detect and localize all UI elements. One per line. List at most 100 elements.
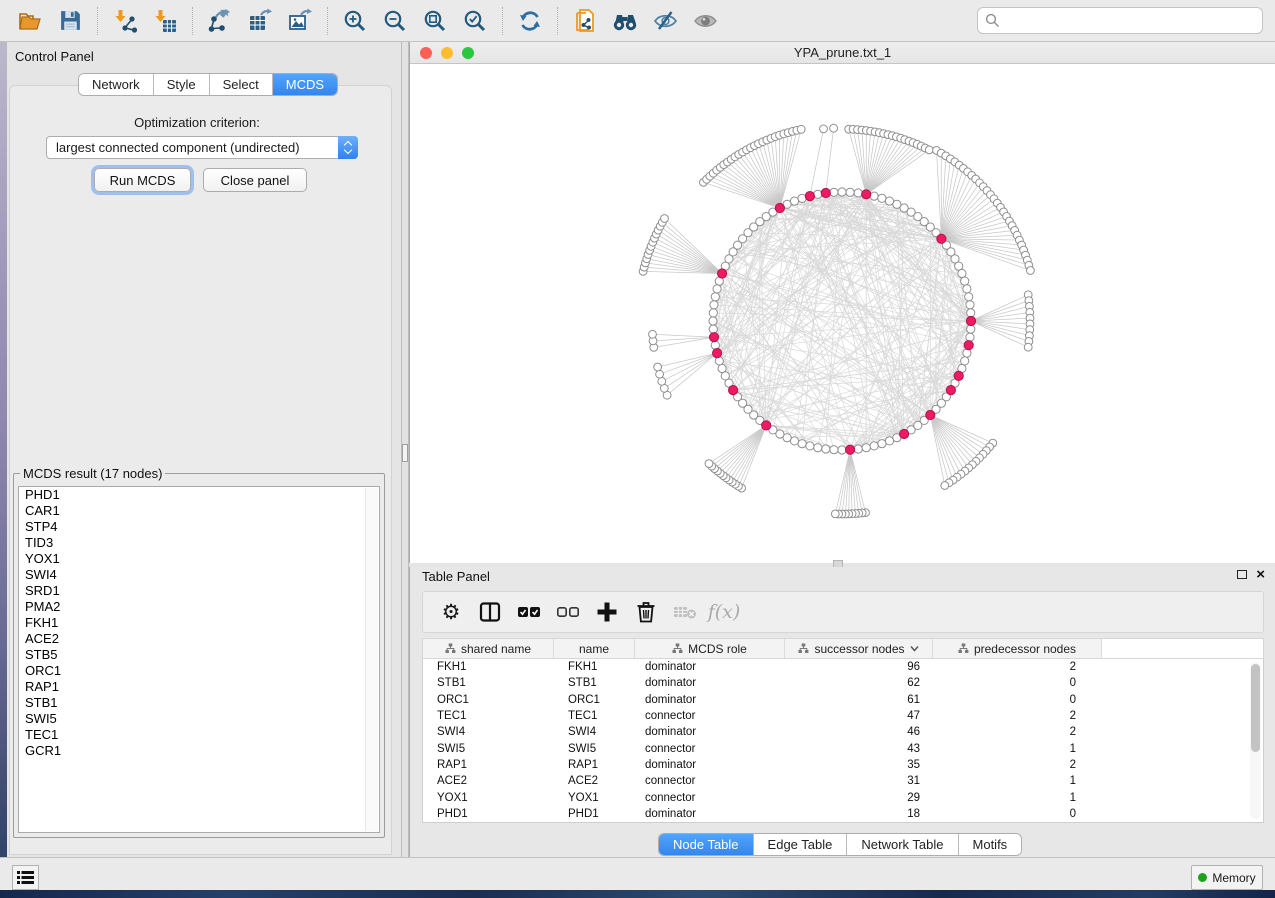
cell-predecessor-nodes[interactable]: 2 xyxy=(933,661,1102,673)
table-row[interactable]: FKH1FKH1dominator962 xyxy=(423,659,1263,675)
add-column-button[interactable] xyxy=(591,596,623,628)
tab-network[interactable]: Network xyxy=(79,74,154,95)
table-row[interactable]: STB1STB1dominator620 xyxy=(423,675,1263,691)
cell-name[interactable]: STB1 xyxy=(554,677,635,689)
cell-shared-name[interactable]: YOX1 xyxy=(423,792,554,804)
tab-node-table[interactable]: Node Table xyxy=(659,834,754,855)
cell-successor-nodes[interactable]: 61 xyxy=(785,694,933,706)
vertical-splitter[interactable] xyxy=(401,42,409,857)
tab-motifs[interactable]: Motifs xyxy=(959,834,1022,855)
cell-successor-nodes[interactable]: 46 xyxy=(785,726,933,738)
cell-shared-name[interactable]: ACE2 xyxy=(423,775,554,787)
cell-name[interactable]: SWI4 xyxy=(554,726,635,738)
cell-successor-nodes[interactable]: 96 xyxy=(785,661,933,673)
scrollbar-thumb[interactable] xyxy=(1251,664,1260,752)
cell-shared-name[interactable]: PHD1 xyxy=(423,808,554,820)
cell-shared-name[interactable]: FKH1 xyxy=(423,661,554,673)
deselect-all-button[interactable] xyxy=(552,596,584,628)
cell-successor-nodes[interactable]: 43 xyxy=(785,743,933,755)
cell-predecessor-nodes[interactable]: 2 xyxy=(933,759,1102,771)
graphics-details-button[interactable] xyxy=(645,4,685,38)
cell-successor-nodes[interactable]: 18 xyxy=(785,808,933,820)
cell-predecessor-nodes[interactable]: 2 xyxy=(933,726,1102,738)
tab-edge-table[interactable]: Edge Table xyxy=(754,834,848,855)
network-from-selection-button[interactable] xyxy=(565,4,605,38)
cell-shared-name[interactable]: RAP1 xyxy=(423,759,554,771)
cell-mcds-role[interactable]: dominator xyxy=(635,726,785,738)
cell-successor-nodes[interactable]: 29 xyxy=(785,792,933,804)
mcds-result-item[interactable]: ACE2 xyxy=(19,631,379,647)
mcds-result-list[interactable]: PHD1CAR1STP4TID3YOX1SWI4SRD1PMA2FKH1ACE2… xyxy=(18,486,380,833)
mcds-result-item[interactable]: YOX1 xyxy=(19,551,379,567)
close-panel-icon[interactable]: × xyxy=(1256,570,1265,579)
cell-predecessor-nodes[interactable]: 0 xyxy=(933,808,1102,820)
cell-successor-nodes[interactable]: 62 xyxy=(785,677,933,689)
mcds-result-item[interactable]: RAP1 xyxy=(19,679,379,695)
cell-mcds-role[interactable]: dominator xyxy=(635,694,785,706)
cell-mcds-role[interactable]: dominator xyxy=(635,808,785,820)
function-builder-button[interactable]: f(x) xyxy=(708,596,740,628)
cell-shared-name[interactable]: ORC1 xyxy=(423,694,554,706)
table-row[interactable]: RAP1RAP1dominator352 xyxy=(423,757,1263,773)
mcds-result-item[interactable]: ORC1 xyxy=(19,663,379,679)
table-row[interactable]: TEC1TEC1connector472 xyxy=(423,708,1263,724)
maximize-window-icon[interactable] xyxy=(462,47,474,59)
memory-button[interactable]: Memory xyxy=(1191,865,1263,890)
cell-name[interactable]: TEC1 xyxy=(554,710,635,722)
run-mcds-button[interactable]: Run MCDS xyxy=(94,168,191,192)
mcds-result-item[interactable]: CAR1 xyxy=(19,503,379,519)
export-table-button[interactable] xyxy=(240,4,280,38)
cell-name[interactable]: ACE2 xyxy=(554,775,635,787)
select-all-button[interactable] xyxy=(513,596,545,628)
zoom-fit-button[interactable] xyxy=(415,4,455,38)
cell-name[interactable]: PHD1 xyxy=(554,808,635,820)
mcds-result-item[interactable]: STP4 xyxy=(19,519,379,535)
cell-predecessor-nodes[interactable]: 0 xyxy=(933,677,1102,689)
tab-network-table[interactable]: Network Table xyxy=(847,834,958,855)
import-table-button[interactable] xyxy=(145,4,185,38)
mcds-result-item[interactable]: TEC1 xyxy=(19,727,379,743)
column-header-predecessor-nodes[interactable]: predecessor nodes xyxy=(933,639,1102,658)
cell-mcds-role[interactable]: dominator xyxy=(635,661,785,673)
search-input[interactable] xyxy=(1006,13,1255,28)
export-image-button[interactable] xyxy=(280,4,320,38)
apply-layout-button[interactable] xyxy=(510,4,550,38)
export-network-button[interactable] xyxy=(200,4,240,38)
cell-shared-name[interactable]: SWI5 xyxy=(423,743,554,755)
import-network-button[interactable] xyxy=(105,4,145,38)
cell-successor-nodes[interactable]: 47 xyxy=(785,710,933,722)
cell-mcds-role[interactable]: connector xyxy=(635,775,785,787)
cell-name[interactable]: FKH1 xyxy=(554,661,635,673)
cell-mcds-role[interactable]: connector xyxy=(635,792,785,804)
mcds-result-item[interactable]: STB5 xyxy=(19,647,379,663)
splitter-handle[interactable] xyxy=(402,444,408,462)
table-row[interactable]: PHD1PHD1dominator180 xyxy=(423,806,1263,822)
tab-select[interactable]: Select xyxy=(210,74,273,95)
mcds-result-item[interactable]: PHD1 xyxy=(19,487,379,503)
cell-successor-nodes[interactable]: 35 xyxy=(785,759,933,771)
cell-predecessor-nodes[interactable]: 1 xyxy=(933,743,1102,755)
network-canvas[interactable] xyxy=(410,64,1275,562)
column-header-mcds-role[interactable]: MCDS role xyxy=(635,639,785,658)
close-panel-button[interactable]: Close panel xyxy=(203,168,307,192)
cell-shared-name[interactable]: STB1 xyxy=(423,677,554,689)
delete-table-button[interactable] xyxy=(669,596,701,628)
table-scrollbar[interactable] xyxy=(1250,662,1261,819)
birds-eye-view-button[interactable] xyxy=(685,4,725,38)
mcds-result-item[interactable]: STB1 xyxy=(19,695,379,711)
table-row[interactable]: ORC1ORC1dominator610 xyxy=(423,692,1263,708)
column-header-successor-nodes[interactable]: successor nodes xyxy=(785,639,933,658)
cell-predecessor-nodes[interactable]: 2 xyxy=(933,710,1102,722)
cell-mcds-role[interactable]: connector xyxy=(635,743,785,755)
minimize-window-icon[interactable] xyxy=(441,47,453,59)
mcds-result-item[interactable]: SWI4 xyxy=(19,567,379,583)
search-box[interactable] xyxy=(977,7,1263,34)
cell-successor-nodes[interactable]: 31 xyxy=(785,775,933,787)
mcds-result-item[interactable]: PMA2 xyxy=(19,599,379,615)
network-window-titlebar[interactable]: YPA_prune.txt_1 xyxy=(410,42,1275,64)
cell-predecessor-nodes[interactable]: 1 xyxy=(933,775,1102,787)
table-row[interactable]: ACE2ACE2connector311 xyxy=(423,773,1263,789)
console-button[interactable] xyxy=(12,865,39,890)
zoom-out-button[interactable] xyxy=(375,4,415,38)
mcds-result-item[interactable]: TID3 xyxy=(19,535,379,551)
